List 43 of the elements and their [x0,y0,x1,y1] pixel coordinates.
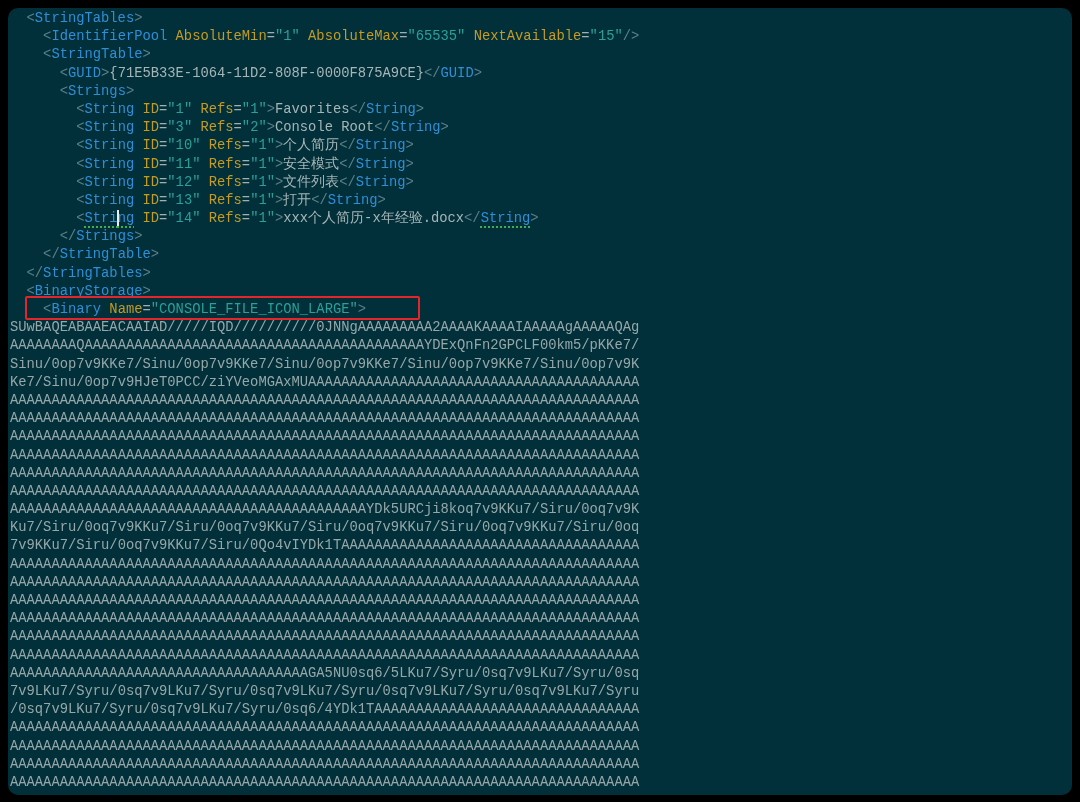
base64-line: AAAAAAAAAAAAAAAAAAAAAAAAAAAAAAAAAAAAAAAAAAAAAAAAAAAAAAAAAAAAAAAAAAAAAAAAAAAA [10,737,640,756]
base64-line: AAAAAAAAAAAAAAAAAAAAAAAAAAAAAAAAAAAAAAAAAAAAAAAAAAAAAAAAAAAAAAAAAAAAAAAAAAAA [10,391,640,410]
base64-line: Ke7/Sinu/0op7v9HJeT0PCC/ziYVeoMGAxMUAAAAAAAAAAAAAAAAAAAAAAAAAAAAAAAAAAAAAAAA [10,373,640,392]
base64-line: AAAAAAAAAAAAAAAAAAAAAAAAAAAAAAAAAAAAAAAAAAAAAAAAAAAAAAAAAAAAAAAAAAAAAAAAAAAA [10,428,640,447]
base64-line: AAAAAAAAAAAAAAAAAAAAAAAAAAAAAAAAAAAAAAAAAAAAAAAAAAAAAAAAAAAAAAAAAAAAAAAAAAAA [10,773,640,792]
code-line: </StringTables> [26,265,151,281]
base64-line: AAAAAAAAAAAAAAAAAAAAAAAAAAAAAAAAAAAAAAAAAAAAAAAAAAAAAAAAAAAAAAAAAAAAAAAAAAAA [10,719,640,738]
base64-line: AAAAAAAAAAAAAAAAAAAAAAAAAAAAAAAAAAAAAAAAAAAAAAAAAAAAAAAAAAAAAAAAAAAAAAAAAAAA [10,592,640,610]
base64-line: AAAAAAAAAAAAAAAAAAAAAAAAAAAAAAAAAAAAAAAAAAAAAAAAAAAAAAAAAAAAAAAAAAAAAAAAAAAA [10,646,640,665]
base64-line: SUwBAQEABAAEACAAIAD/////IQD//////////0JNNgAAAAAAAAA2AAAAKAAAAIAAAAAgAAAAAQAg [10,319,640,338]
base64-line: AAAAAAAAAAAAAAAAAAAAAAAAAAAAAAAAAAAAAAAAAAAAAAAAAAAAAAAAAAAAAAAAAAAAAAAAAAAA [10,446,640,465]
code-line: <String ID="11" Refs="1">安全模式</String> [76,156,414,172]
base64-line: AAAAAAAAAAAAAAAAAAAAAAAAAAAAAAAAAAAAAAAAAAAAAAAAAAAAAAAAAAAAAAAAAAAAAAAAAAAA [10,482,640,501]
code-line: </Strings> [59,229,143,245]
base64-line: /0sq7v9LKu7/Syru/0sq7v9LKu7/Syru/0sq6/4YDk1TAAAAAAAAAAAAAAAAAAAAAAAAAAAAAAAA [10,701,640,720]
base64-line: 7v9LKu7/Syru/0sq7v9LKu7/Syru/0sq7v9LKu7/Syru/0sq7v9LKu7/Syru/0sq7v9LKu7/Syru [10,682,640,701]
code-line: <String ID="3" Refs="2">Console Root</String> [76,120,449,136]
code-line: <String ID="13" Refs="1">打开</String> [76,192,386,208]
base64-line: AAAAAAAAAAAAAAAAAAAAAAAAAAAAAAAAAAAAGA5NU0sq6/5LKu7/Syru/0sq7v9LKu7/Syru/0sq [10,664,640,683]
code-line: <BinaryStorage> [26,283,151,299]
code-line: <GUID>{71E5B33E-1064-11D2-808F-0000F875A9CE}</GUID> [59,65,482,81]
code-line: <String ID="14" Refs="1">xxx个人简历-x年经验.docx</String> [76,211,539,227]
code-line: <StringTables> [26,11,143,26]
base64-line: AAAAAAAAAAAAAAAAAAAAAAAAAAAAAAAAAAAAAAAAAAAAAAAAAAAAAAAAAAAAAAAAAAAAAAAAAAAA [10,464,640,483]
code-line: <String ID="10" Refs="1">个人简历</String> [76,138,414,154]
base64-line: 7v9KKu7/Siru/0oq7v9KKu7/Siru/0Qo4vIYDk1TAAAAAAAAAAAAAAAAAAAAAAAAAAAAAAAAAAAA [10,537,640,556]
base64-line: AAAAAAAAAAAAAAAAAAAAAAAAAAAAAAAAAAAAAAAAAAAAAAAAAAAAAAAAAAAAAAAAAAAAAAAAAAAA [10,555,640,574]
code-line: <String ID="12" Refs="1">文件列表</String> [76,174,414,190]
code-line: <StringTable> [43,47,151,63]
base64-line: AAAAAAAAAAAAAAAAAAAAAAAAAAAAAAAAAAAAAAAAAAAAAAAAAAAAAAAAAAAAAAAAAAAAAAAAAAAA [10,610,640,629]
code-line: <IdentifierPool AbsoluteMin="1" AbsoluteMax="65535" NextAvailable="15"/> [43,29,640,45]
base64-line: Sinu/0op7v9KKe7/Sinu/0op7v9KKe7/Sinu/0op7v9KKe7/Sinu/0op7v9KKe7/Sinu/0op7v9K [10,355,640,374]
base64-line: AAAAAAAAAAAAAAAAAAAAAAAAAAAAAAAAAAAAAAAAAAAAAAAAAAAAAAAAAAAAAAAAAAAAAAAAAAAA [10,410,640,429]
code-line: <String ID="1" Refs="1">Favorites</String> [76,101,425,117]
code-line: <Binary Name="CONSOLE_FILE_ICON_LARGE"> [43,302,367,317]
base64-line: AAAAAAAAAAAAAAAAAAAAAAAAAAAAAAAAAAAAAAAAAAAAAAAAAAAAAAAAAAAAAAAAAAAAAAAAAAAA [10,755,640,774]
base64-line: AAAAAAAAAAAAAAAAAAAAAAAAAAAAAAAAAAAAAAAAAAAAAAAAAAAAAAAAAAAAAAAAAAAAAAAAAAAA [10,628,640,647]
code-line: </StringTable> [43,247,160,263]
base64-line: AAAAAAAAAAAAAAAAAAAAAAAAAAAAAAAAAAAAAAAAAAAAAAAAAAAAAAAAAAAAAAAAAAAAAAAAAAAA [10,573,640,592]
base64-line: Ku7/Siru/0oq7v9KKu7/Siru/0oq7v9KKu7/Siru/0oq7v9KKu7/Siru/0oq7v9KKu7/Siru/0oq [10,519,640,538]
base64-line: AAAAAAAAQAAAAAAAAAAAAAAAAAAAAAAAAAAAAAAAAAAAAAAAAAYDExQnFn2GPCLF00km5/pKKe7/ [10,337,640,356]
base64-line: AAAAAAAAAAAAAAAAAAAAAAAAAAAAAAAAAAAAAAAAAAAYDk5URCji8koq7v9KKu7/Siru/0oq7v9K [10,501,640,520]
code-line: <Strings> [59,83,135,99]
